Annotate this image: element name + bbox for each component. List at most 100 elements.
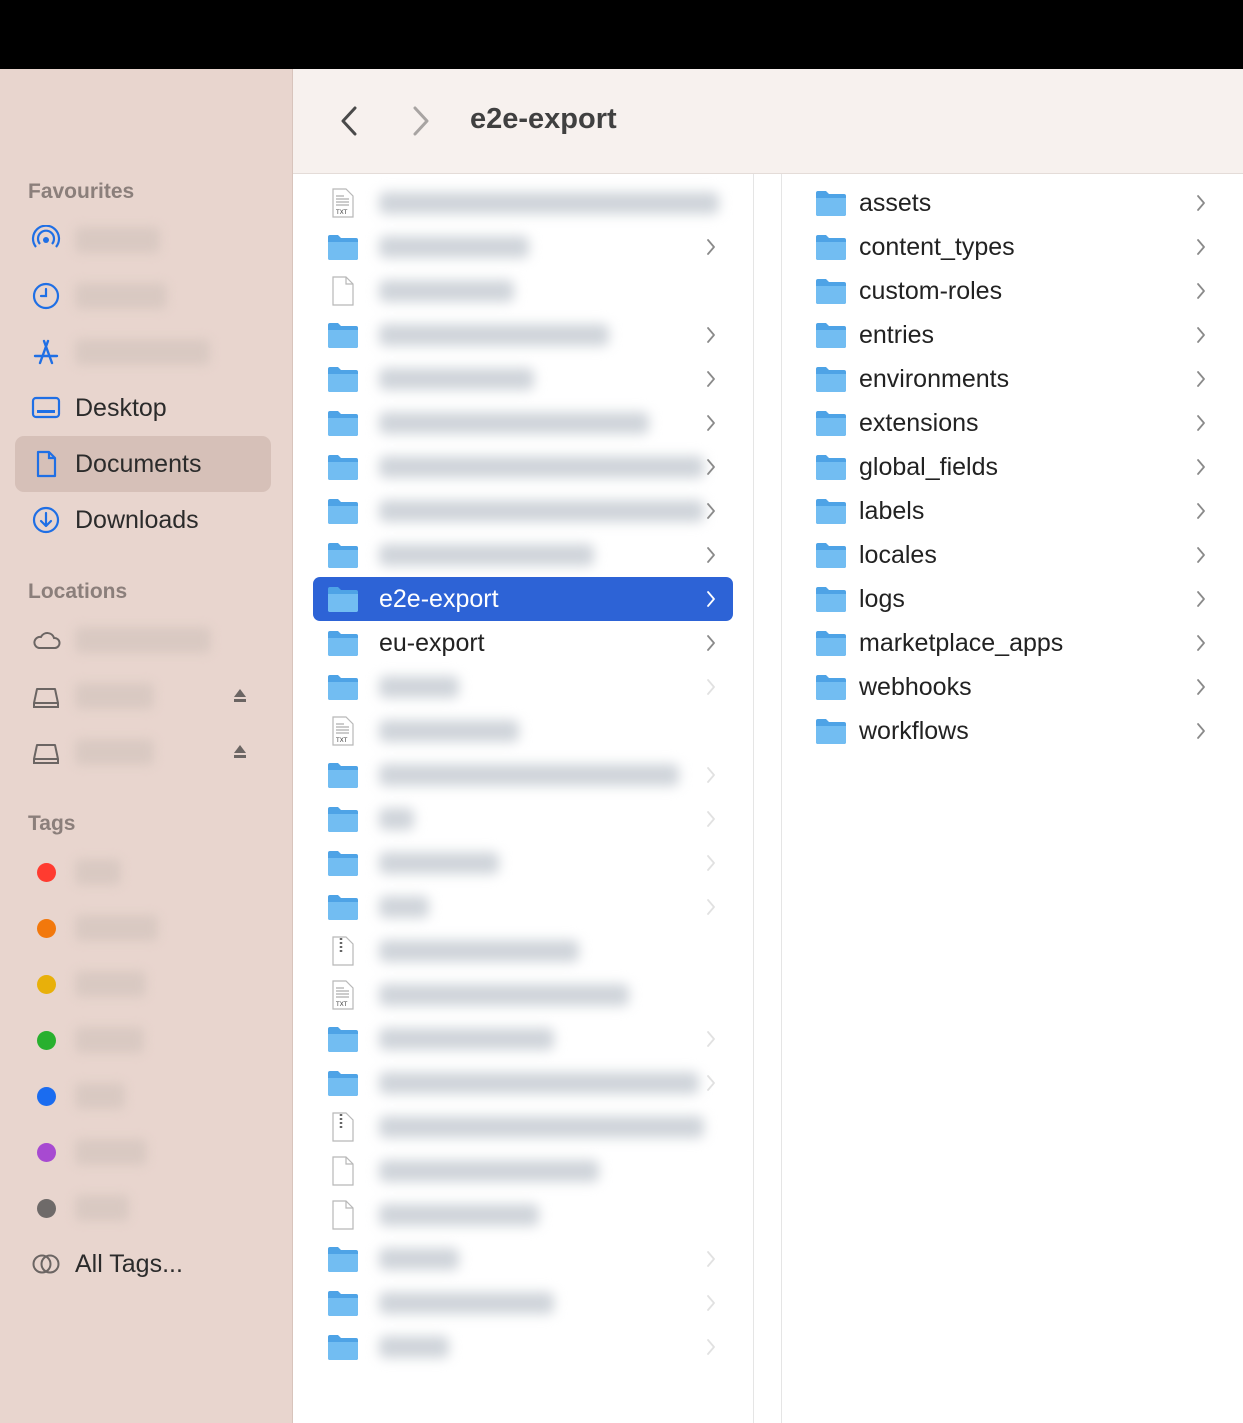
chevron-right-icon [701,763,721,787]
sidebar-tag-red[interactable]: Red [15,844,271,900]
folder-item-locales[interactable]: locales [813,533,1223,577]
svg-text:TXT: TXT [335,737,348,744]
chevron-right-icon [701,1247,721,1271]
list-item[interactable]: TXT [313,973,733,1017]
chevron-right-icon [701,895,721,919]
sidebar-item-desktop[interactable]: Desktop [15,380,271,436]
folder-item-labels[interactable]: labels [813,489,1223,533]
chevron-left-icon [341,106,357,136]
list-item[interactable] [313,1237,733,1281]
sidebar-item-applications[interactable]: Applications [15,324,271,380]
list-item[interactable] [313,1149,733,1193]
folder-item-logs[interactable]: logs [813,577,1223,621]
list-item[interactable] [313,401,733,445]
folder-item-environments[interactable]: environments [813,357,1223,401]
list-item[interactable] [313,357,733,401]
chevron-right-icon [1191,543,1211,567]
list-item[interactable] [313,1061,733,1105]
chevron-right-icon [1191,323,1211,347]
folder-item-assets[interactable]: assets [813,181,1223,225]
tag-color-dot [29,918,63,938]
item-name: extensions [859,408,979,437]
list-item[interactable] [313,225,733,269]
list-item[interactable]: TXT [313,709,733,753]
list-item[interactable] [313,269,733,313]
sidebar-location-item[interactable]: iCloud Drive [15,612,271,668]
folder-item-entries[interactable]: entries [813,313,1223,357]
chevron-right-icon [701,499,721,523]
sidebar-item-label: AirDrop [75,227,160,253]
folder-icon [327,585,359,613]
tag-color-dot-fill [36,918,56,938]
item-name: entries [859,320,935,349]
list-item[interactable] [313,1325,733,1369]
sidebar-item-label: Docker [75,683,155,709]
sidebar-item-downloads[interactable]: Downloads [15,492,271,548]
sidebar-item-recents[interactable]: Recents [15,268,271,324]
sidebar-item-label: Orange [75,915,159,941]
tag-color-dot-fill [36,1086,56,1106]
redacted-filename [379,676,459,698]
list-item[interactable] [313,489,733,533]
eject-icon[interactable] [233,744,247,765]
list-item[interactable] [313,841,733,885]
sidebar-item-documents[interactable]: Documents [15,436,271,492]
sidebar-tag-grey[interactable]: Grey [15,1180,271,1236]
list-item-selected[interactable]: e2e-export [313,577,733,621]
list-item[interactable] [313,665,733,709]
sidebar-item-all-tags[interactable]: All Tags... [15,1236,271,1292]
sidebar-tag-purple[interactable]: Purple [15,1124,271,1180]
sidebar-location-item[interactable]: Docker [15,724,271,780]
chevron-right-icon [701,851,721,875]
folder-item-custom-roles[interactable]: custom-roles [813,269,1223,313]
sidebar-tag-blue[interactable]: Blue [15,1068,271,1124]
folder-icon [815,365,847,393]
back-button[interactable] [331,103,367,139]
list-item[interactable] [313,885,733,929]
sidebar-tag-yellow[interactable]: Yellow [15,956,271,1012]
item-name: webhooks [859,672,972,701]
sidebar-section-favourites: Favourites [28,180,135,203]
list-item[interactable] [313,753,733,797]
chevron-right-icon [701,1291,721,1315]
folder-item-global-fields[interactable]: global_fields [813,445,1223,489]
list-item[interactable] [313,1105,733,1149]
tag-color-dot [29,1086,63,1106]
sidebar-tag-orange[interactable]: Orange [15,900,271,956]
file-icon [327,276,359,306]
file-icon [327,1200,359,1230]
redacted-filename [379,368,534,390]
toolbar: e2e-export [293,69,1243,174]
tag-color-dot-fill [36,1198,56,1218]
item-name: custom-roles [859,276,1003,305]
folder-item-marketplace-apps[interactable]: marketplace_apps [813,621,1223,665]
folder-item-content-types[interactable]: content_types [813,225,1223,269]
list-item[interactable] [313,1193,733,1237]
sidebar-location-item[interactable]: Docker [15,668,271,724]
item-name: marketplace_apps [859,628,1064,657]
sidebar-item-label: Blue [75,1083,126,1109]
redacted-filename [379,1248,459,1270]
folder-item-extensions[interactable]: extensions [813,401,1223,445]
folder-item-webhooks[interactable]: webhooks [813,665,1223,709]
sidebar-item-airdrop[interactable]: AirDrop [15,212,271,268]
file-icon [327,1156,359,1186]
folder-item-workflows[interactable]: workflows [813,709,1223,753]
forward-button[interactable] [403,103,439,139]
list-item[interactable] [313,533,733,577]
folder-icon [327,453,359,481]
sidebar-item-label: Yellow [75,971,147,997]
list-item[interactable] [313,1017,733,1061]
folder-icon [327,629,359,657]
list-item[interactable] [313,1281,733,1325]
folder-icon [327,1069,359,1097]
chevron-right-icon [1191,455,1211,479]
list-item[interactable]: TXT [313,181,733,225]
list-item[interactable] [313,313,733,357]
list-item[interactable] [313,929,733,973]
eject-icon[interactable] [233,688,247,709]
list-item[interactable]: eu-export [313,621,733,665]
sidebar-tag-green[interactable]: Green [15,1012,271,1068]
list-item[interactable] [313,797,733,841]
list-item[interactable] [313,445,733,489]
